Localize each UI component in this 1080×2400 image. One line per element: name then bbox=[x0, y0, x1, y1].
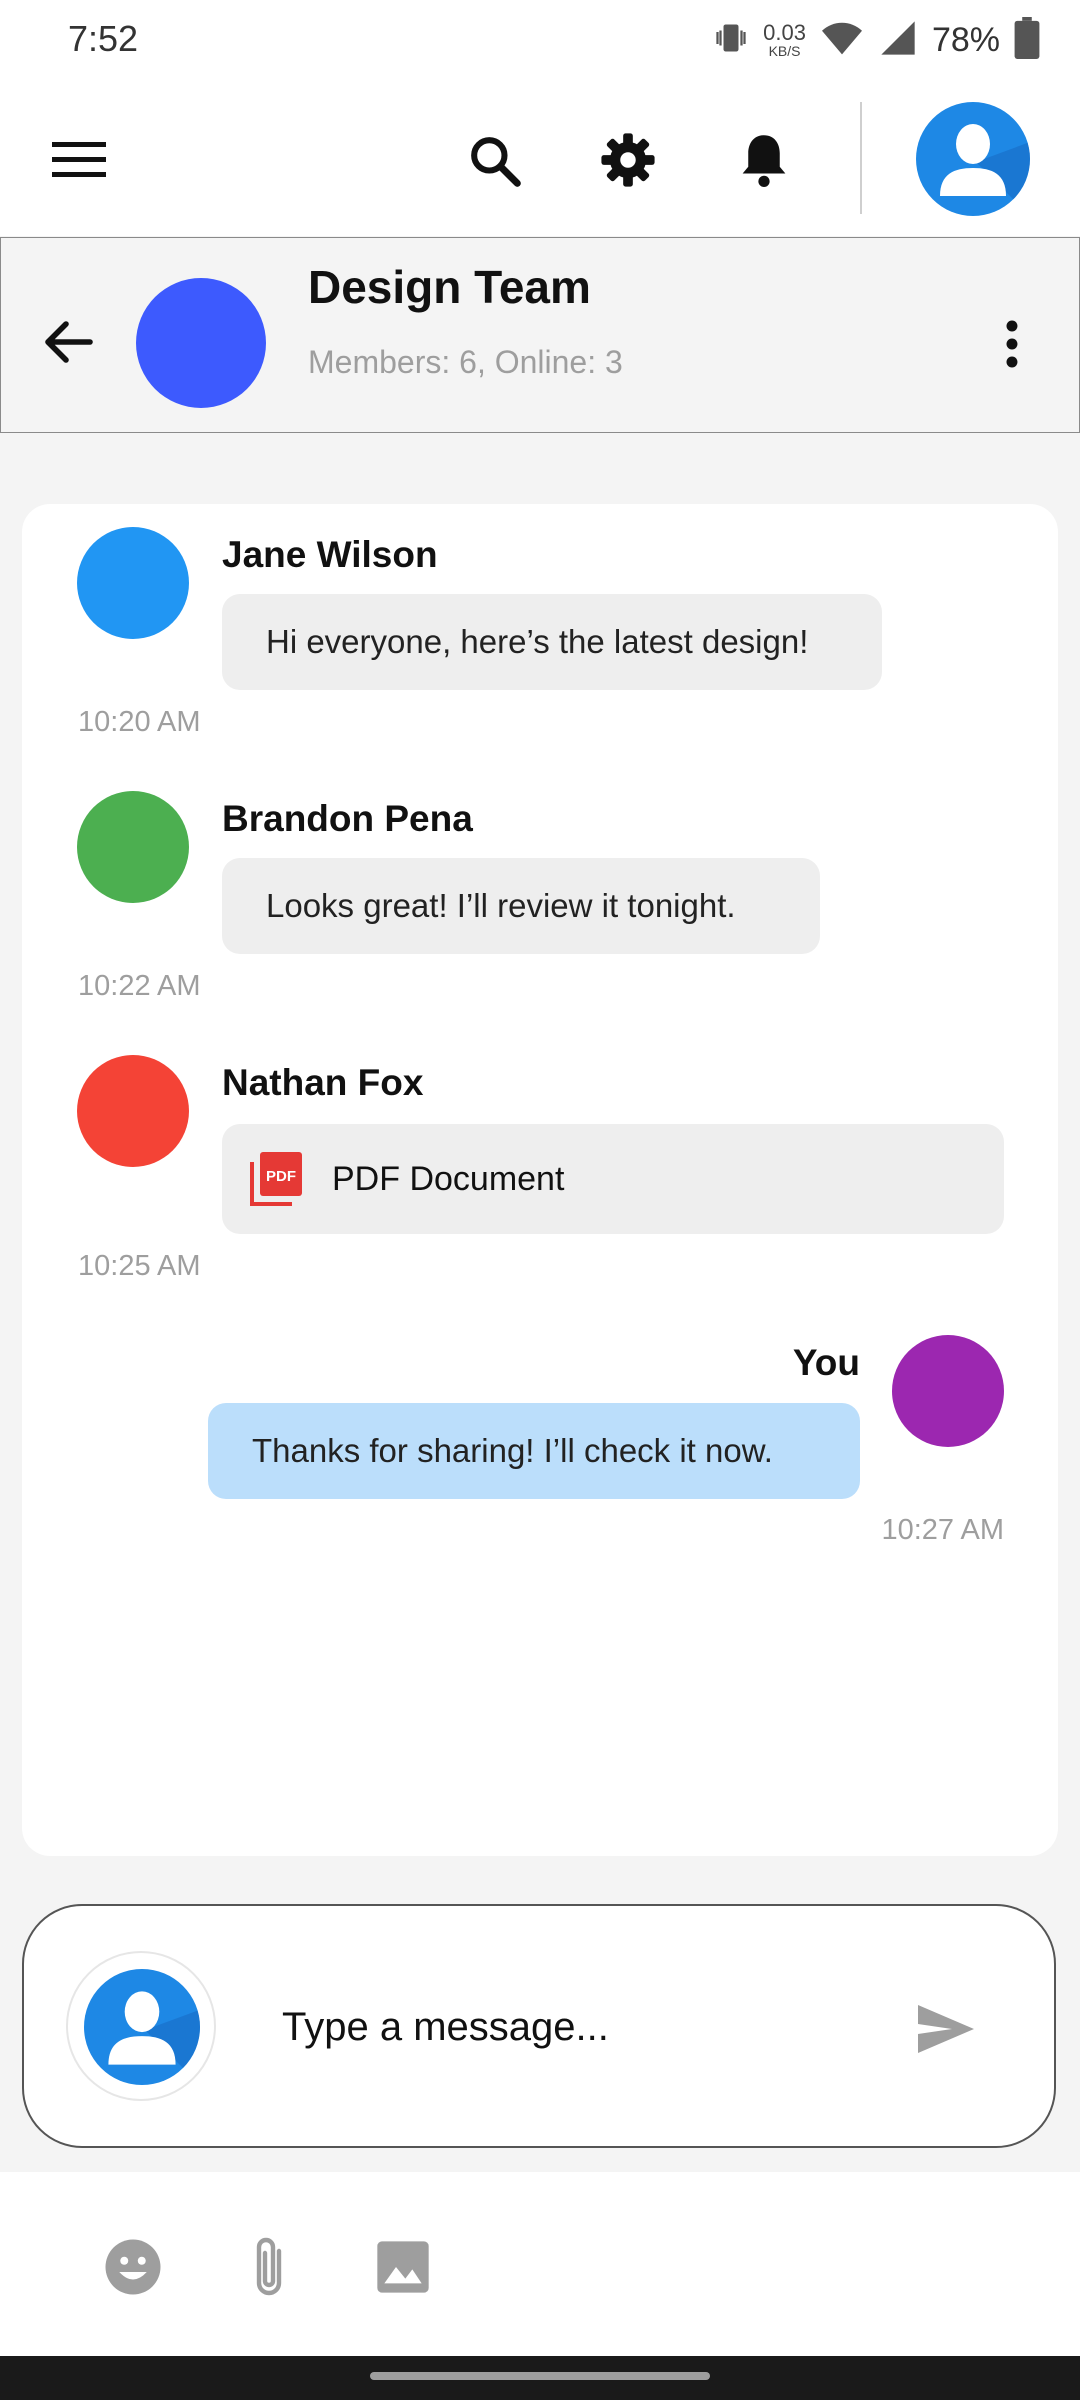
battery-icon bbox=[1014, 16, 1040, 64]
sender-name: You bbox=[792, 1342, 860, 1383]
group-members-status: Members: 6, Online: 3 bbox=[308, 344, 623, 380]
attach-icon[interactable] bbox=[234, 2228, 304, 2306]
group-name: Design Team bbox=[308, 261, 591, 313]
user-avatar-icon[interactable] bbox=[84, 1969, 200, 2085]
app-bar-divider bbox=[860, 102, 862, 214]
message-timestamp: 10:22 AM bbox=[78, 970, 201, 1002]
pdf-icon: PDF bbox=[248, 1150, 304, 1208]
gear-icon[interactable] bbox=[596, 128, 660, 192]
signal-icon bbox=[878, 18, 918, 63]
sender-avatar bbox=[77, 1055, 189, 1167]
net-speed-value: 0.03 bbox=[763, 20, 806, 45]
wifi-icon bbox=[820, 18, 864, 63]
message-bubble: Thanks for sharing! I’ll check it now. bbox=[208, 1403, 860, 1499]
message-input[interactable] bbox=[282, 1990, 842, 2064]
attachment-bubble[interactable]: PDF PDF Document bbox=[222, 1124, 1004, 1234]
message-timestamp: 10:25 AM bbox=[78, 1250, 201, 1282]
sender-name: Jane Wilson bbox=[222, 534, 438, 575]
back-arrow-icon[interactable] bbox=[36, 310, 100, 374]
image-icon[interactable] bbox=[368, 2232, 438, 2302]
message-timestamp: 10:27 AM bbox=[881, 1514, 1004, 1546]
sender-name: Nathan Fox bbox=[222, 1062, 424, 1103]
message-timestamp: 10:20 AM bbox=[78, 706, 201, 738]
attachment-label: PDF Document bbox=[332, 1159, 565, 1198]
pdf-badge: PDF bbox=[266, 1168, 296, 1185]
vibrate-icon bbox=[713, 20, 749, 61]
message-bubble: Hi everyone, here’s the latest design! bbox=[222, 594, 882, 690]
emoji-icon[interactable] bbox=[98, 2232, 168, 2302]
sender-avatar bbox=[892, 1335, 1004, 1447]
bell-icon[interactable] bbox=[732, 126, 796, 194]
status-icons: 0.03 KB/S 78% bbox=[713, 16, 1040, 64]
net-speed-unit: KB/S bbox=[768, 43, 801, 59]
group-avatar bbox=[136, 278, 266, 408]
home-handle[interactable] bbox=[370, 2372, 710, 2380]
message-bubble: Looks great! I’ll review it tonight. bbox=[222, 858, 820, 954]
search-icon[interactable] bbox=[462, 128, 526, 192]
more-vert-icon[interactable] bbox=[988, 310, 1036, 378]
send-icon[interactable] bbox=[908, 1994, 984, 2064]
menu-icon[interactable] bbox=[44, 130, 114, 190]
battery-percent: 78% bbox=[931, 20, 1000, 59]
sender-avatar bbox=[77, 527, 189, 639]
profile-avatar-icon[interactable] bbox=[916, 102, 1030, 216]
status-time: 7:52 bbox=[68, 18, 139, 59]
sender-avatar bbox=[77, 791, 189, 903]
net-speed: 0.03 KB/S bbox=[763, 20, 806, 59]
sender-name: Brandon Pena bbox=[222, 798, 473, 839]
